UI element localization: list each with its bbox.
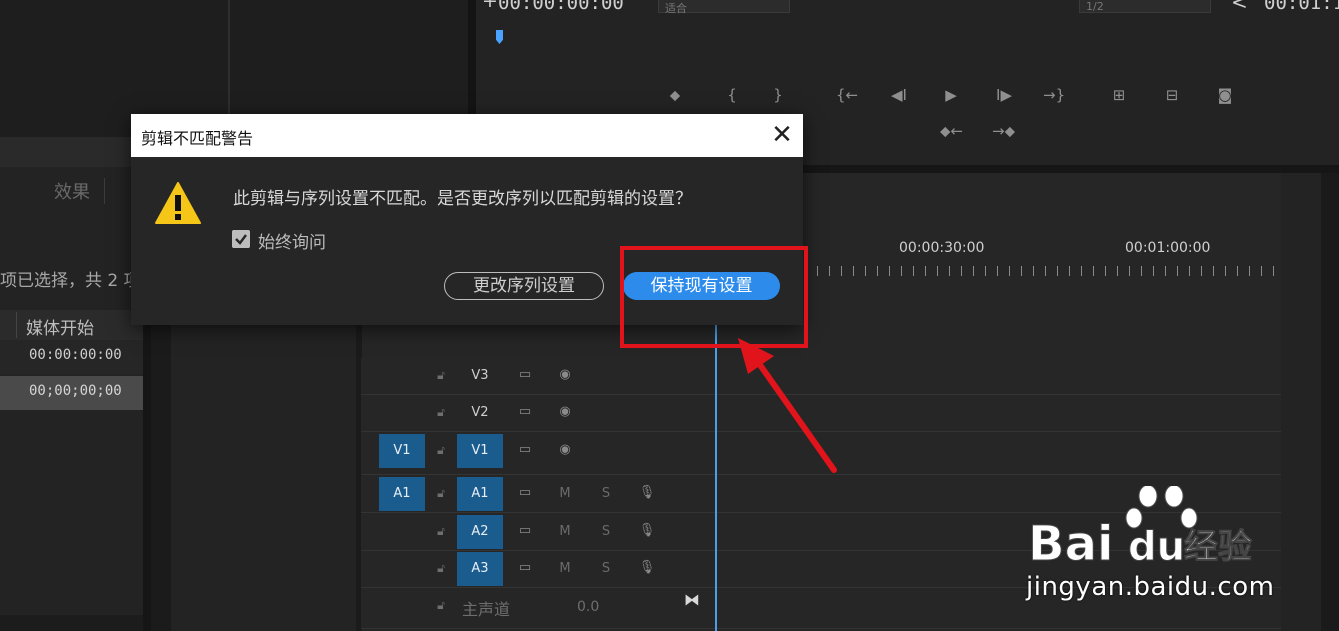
camera-icon[interactable]: ◙ — [1214, 84, 1236, 106]
dialog-titlebar: 剪辑不匹配警告 ✕ — [131, 114, 803, 157]
master-track-label: 主声道 — [462, 600, 511, 619]
warning-icon — [155, 182, 201, 224]
panel-footer — [0, 615, 143, 631]
program-timecode[interactable]: 00:00:00:00 — [498, 0, 624, 14]
insert-icon[interactable]: ⬥← — [940, 120, 963, 142]
fit-dropdown[interactable]: 适合 — [658, 0, 790, 15]
column-separator[interactable] — [16, 312, 17, 338]
list-item-selected[interactable]: 00;00;00;00 — [0, 376, 143, 410]
sync-lock-icon[interactable]: ▭ — [514, 523, 536, 538]
tab-effects[interactable]: 效果 — [54, 178, 90, 204]
dialog-message: 此剪辑与序列设置不匹配。是否更改序列以匹配剪辑的设置？ — [233, 189, 692, 209]
ruler-label: 00:00:30:00 — [899, 240, 985, 256]
close-icon[interactable]: ✕ — [767, 120, 797, 150]
ruler-label: 00:01:00:00 — [1125, 240, 1211, 256]
solo-button[interactable]: S — [598, 486, 614, 501]
lock-icon[interactable]: 🔓︎ — [434, 524, 448, 540]
step-back-icon[interactable]: ◀I — [888, 84, 910, 106]
mark-out-icon[interactable]: } — [767, 84, 789, 106]
eye-icon[interactable]: ◉ — [554, 442, 576, 457]
duration-timecode: 00:01:1 — [1264, 0, 1339, 14]
solo-button[interactable]: S — [598, 524, 614, 539]
change-sequence-settings-button[interactable]: 更改序列设置 — [444, 272, 604, 300]
timecode-plus: + — [482, 0, 498, 12]
list-item[interactable]: 00:00:00:00 — [0, 340, 143, 374]
go-to-out-icon[interactable]: →} — [1043, 84, 1065, 106]
mute-button[interactable]: M — [557, 486, 573, 501]
track-name-v3[interactable]: V3 — [457, 359, 503, 393]
annotation-arrow-icon — [738, 338, 837, 473]
selection-info: 项已选择，共 2 项 — [0, 271, 141, 291]
media-start-value: 00;00;00;00 — [29, 383, 122, 399]
timeline-playhead[interactable] — [715, 318, 717, 631]
overwrite-icon[interactable]: →⬥ — [992, 120, 1015, 142]
sync-lock-icon[interactable]: ▭ — [514, 442, 536, 457]
watermark-brand-cn: 经验 — [1184, 527, 1252, 567]
lock-icon[interactable]: 🔓︎ — [434, 368, 448, 384]
sync-lock-icon[interactable]: ▭ — [514, 367, 536, 382]
track-name-a1[interactable]: A1 — [457, 477, 503, 511]
microphone-icon[interactable]: 🎙︎ — [636, 523, 658, 538]
mark-in-icon[interactable]: { — [721, 84, 743, 106]
step-forward-icon[interactable]: I▶ — [993, 84, 1015, 106]
mute-button[interactable]: M — [557, 561, 573, 576]
lock-icon[interactable]: 🔓︎ — [434, 443, 448, 459]
lock-icon[interactable]: 🔓︎ — [434, 598, 448, 614]
watermark-brand: Bai — [1028, 516, 1113, 572]
timeline-scroll-area[interactable] — [1281, 173, 1321, 631]
wrench-icon[interactable]: < — [1231, 0, 1248, 14]
sync-lock-icon[interactable]: ▭ — [514, 560, 536, 575]
track-name-a3[interactable]: A3 — [457, 552, 503, 586]
panel-divider — [1321, 173, 1339, 631]
mute-button[interactable]: M — [557, 524, 573, 539]
sync-lock-icon[interactable]: ▭ — [514, 485, 536, 500]
media-start-value: 00:00:00:00 — [29, 347, 122, 363]
go-to-in-icon[interactable]: {← — [836, 84, 858, 106]
eye-icon[interactable]: ◉ — [554, 367, 576, 382]
column-header-media-start[interactable]: 媒体开始 — [26, 314, 94, 339]
watermark-url: jingyan.baidu.com — [1026, 572, 1275, 602]
add-marker-icon[interactable]: ⬥ — [664, 84, 686, 106]
dialog-title: 剪辑不匹配警告 — [141, 129, 254, 148]
play-icon[interactable]: ▶ — [940, 84, 962, 106]
track-name-v1[interactable]: V1 — [457, 434, 503, 468]
source-patch-v1[interactable]: V1 — [379, 434, 425, 468]
microphone-icon[interactable]: 🎙︎ — [636, 560, 658, 575]
microphone-icon[interactable]: 🎙︎ — [636, 485, 658, 500]
always-ask-label: 始终询问 — [258, 233, 326, 253]
watermark-brand-du: du — [1128, 524, 1185, 570]
track-name-v2[interactable]: V2 — [457, 396, 503, 430]
sync-lock-icon[interactable]: ▭ — [514, 404, 536, 419]
resolution-dropdown[interactable]: 1/2 — [1079, 0, 1211, 13]
checkbox-checked-icon[interactable] — [232, 230, 250, 248]
time-ruler[interactable] — [805, 266, 1275, 276]
lock-icon[interactable]: 🔓︎ — [434, 486, 448, 502]
lift-icon[interactable]: ⊞ — [1108, 84, 1130, 106]
extract-icon[interactable]: ⊟ — [1161, 84, 1183, 106]
master-volume-value[interactable]: 0.0 — [577, 599, 599, 615]
eye-icon[interactable]: ◉ — [554, 404, 576, 419]
lock-icon[interactable]: 🔓︎ — [434, 405, 448, 421]
track-name-a2[interactable]: A2 — [457, 515, 503, 549]
tab-separator — [104, 178, 105, 204]
lock-icon[interactable]: 🔓︎ — [434, 561, 448, 577]
solo-button[interactable]: S — [598, 561, 614, 576]
bowtie-icon[interactable]: ⧓ — [684, 590, 700, 609]
source-patch-a1[interactable]: A1 — [379, 477, 425, 511]
